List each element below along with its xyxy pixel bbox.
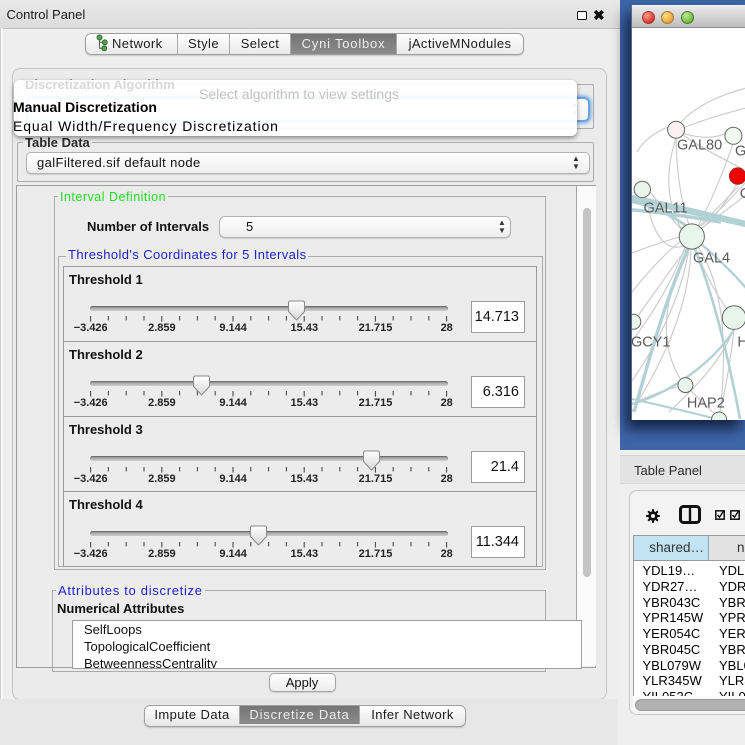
svg-text:C: C [740, 186, 745, 202]
svg-text:H: H [737, 335, 745, 351]
svg-text:GAL80: GAL80 [677, 138, 722, 154]
svg-text:GAL11: GAL11 [644, 200, 688, 216]
svg-text:GAL4: GAL4 [693, 250, 730, 266]
svg-text:GA: GA [735, 144, 745, 160]
svg-text:GCY1: GCY1 [632, 335, 671, 351]
svg-text:HAP2: HAP2 [687, 396, 725, 412]
